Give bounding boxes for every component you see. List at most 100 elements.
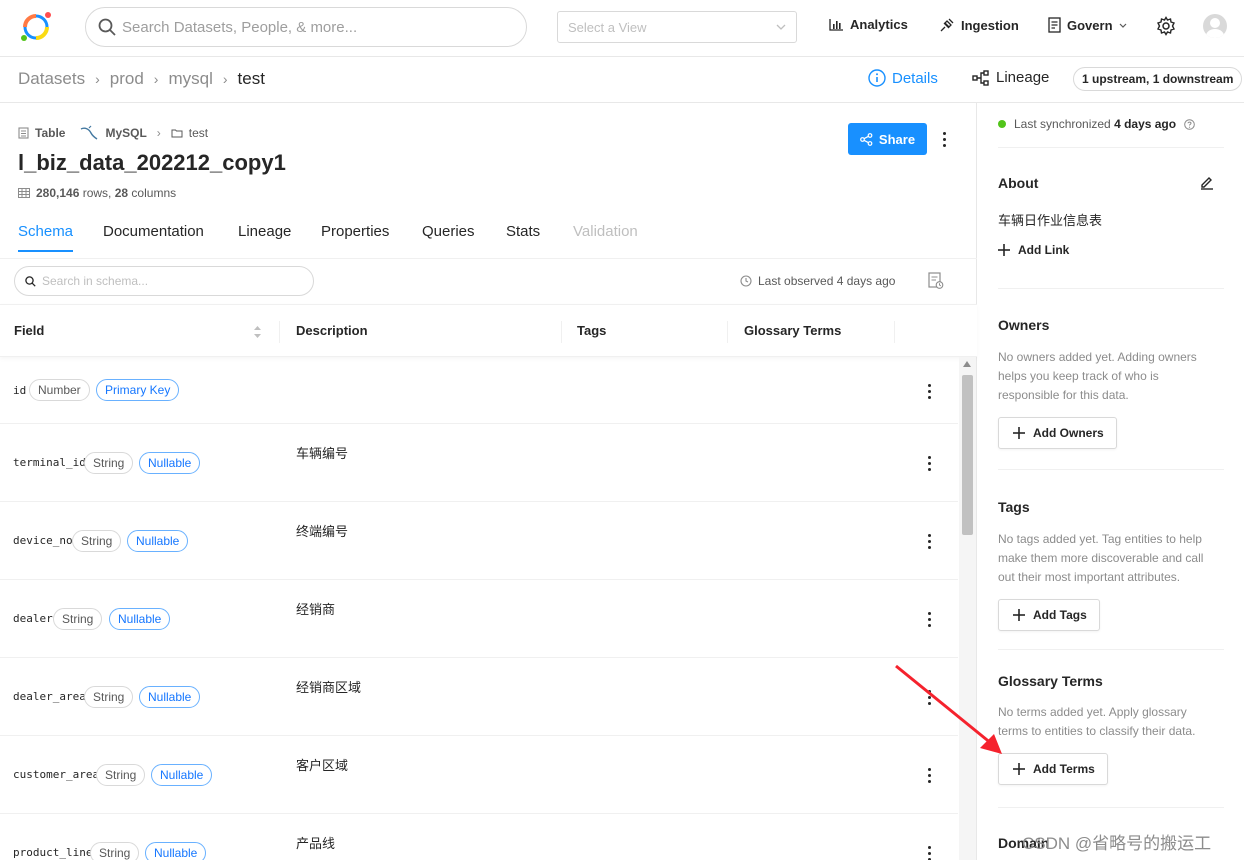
tab-properties[interactable]: Properties [321, 223, 389, 250]
column-header-field[interactable]: Field [14, 323, 44, 338]
govern-label: Govern [1067, 17, 1113, 33]
field-name: dealer [13, 612, 53, 625]
edit-pencil-icon[interactable] [1199, 174, 1215, 190]
sort-icon[interactable] [253, 325, 262, 339]
field-name: id [13, 384, 27, 397]
entity-container[interactable]: test [189, 126, 208, 140]
entity-title: l_biz_data_202212_copy1 [18, 150, 286, 175]
tab-documentation[interactable]: Documentation [103, 223, 204, 250]
gear-icon[interactable] [1156, 16, 1176, 36]
owners-title: Owners [998, 317, 1050, 333]
column-header-tags: Tags [577, 323, 607, 338]
field-name: product_line [13, 846, 93, 859]
plus-icon [1013, 427, 1025, 439]
breadcrumb-prod[interactable]: prod [110, 69, 144, 89]
about-description: 车辆日作业信息表 [998, 213, 1103, 228]
entity-type: Table [35, 126, 66, 140]
column-divider [561, 321, 562, 343]
table-row[interactable]: dealer String Nullable 经销商 [0, 580, 958, 658]
sync-text: Last synchronized 4 days ago [1014, 117, 1176, 131]
row-menu-icon[interactable] [924, 689, 934, 705]
mysql-logo-icon [81, 125, 98, 140]
tab-lineage[interactable]: Lineage [238, 223, 291, 250]
table-icon [18, 127, 29, 139]
section-divider [998, 288, 1224, 289]
user-avatar[interactable] [1203, 14, 1227, 38]
details-tab[interactable]: Details [868, 69, 938, 87]
help-icon[interactable] [1184, 118, 1195, 130]
row-menu-icon[interactable] [924, 533, 934, 549]
search-icon [98, 18, 116, 36]
type-badge: Number [29, 379, 90, 401]
scroll-up-arrow-icon[interactable] [963, 361, 971, 367]
app-logo-icon[interactable] [16, 8, 56, 44]
table-row[interactable]: id Number Primary Key [0, 357, 958, 424]
schema-history-icon[interactable] [928, 272, 944, 290]
schema-scrollbar[interactable] [959, 357, 976, 860]
field-description[interactable]: 终端编号 [296, 521, 348, 540]
row-menu-icon[interactable] [924, 455, 934, 471]
row-count: 280,146 [36, 186, 80, 200]
field-description[interactable]: 经销商 [296, 599, 335, 618]
entity-stats: 280,146 rows, 28 columns [18, 186, 176, 200]
table-row[interactable]: device_no String Nullable 终端编号 [0, 502, 958, 580]
csdn-watermark: CSDN @省略号的搬运工 [1022, 834, 1212, 853]
field-description[interactable]: 经销商区域 [296, 677, 361, 696]
search-placeholder: Search Datasets, People, & more... [122, 18, 358, 36]
lineage-view-label: Lineage [996, 69, 1050, 86]
add-link-button[interactable]: Add Link [998, 243, 1069, 257]
tab-queries[interactable]: Queries [422, 223, 475, 250]
share-button[interactable]: Share [848, 123, 927, 155]
section-divider [998, 807, 1224, 808]
primary-key-badge: Primary Key [96, 379, 180, 401]
schema-search-input[interactable]: Search in schema... [14, 266, 314, 296]
entity-platform[interactable]: MySQL [105, 126, 146, 140]
global-search-input[interactable]: Search Datasets, People, & more... [85, 7, 527, 47]
add-owners-label: Add Owners [1033, 426, 1104, 440]
tab-schema[interactable]: Schema [18, 223, 74, 252]
row-menu-icon[interactable] [924, 767, 934, 783]
more-options-icon[interactable] [934, 125, 954, 153]
owners-empty-text: No owners added yet. Adding owners helps… [998, 350, 1197, 402]
rows-label: rows, [79, 186, 115, 200]
entity-meta: Table MySQL › test [18, 125, 208, 141]
field-description[interactable]: 客户区域 [296, 755, 348, 774]
field-description[interactable]: 产品线 [296, 833, 335, 852]
scrollbar-thumb[interactable] [962, 375, 973, 535]
row-menu-icon[interactable] [924, 611, 934, 627]
add-terms-button[interactable]: Add Terms [998, 753, 1108, 785]
table-row[interactable]: terminal_id String Nullable 车辆编号 [0, 424, 958, 502]
details-tab-label: Details [892, 69, 938, 87]
field-description[interactable]: 车辆编号 [296, 443, 348, 462]
row-menu-icon[interactable] [924, 845, 934, 860]
last-observed-text: Last observed 4 days ago [758, 274, 896, 288]
breadcrumb-datasets[interactable]: Datasets [18, 69, 85, 89]
add-tags-button[interactable]: Add Tags [998, 599, 1100, 631]
breadcrumb-mysql[interactable]: mysql [168, 69, 212, 89]
table-row[interactable]: customer_area String Nullable 客户区域 [0, 736, 958, 814]
analytics-nav-button[interactable]: Analytics [829, 17, 908, 32]
ingestion-nav-button[interactable]: Ingestion [939, 17, 1019, 33]
view-select[interactable]: Select a View [557, 11, 797, 43]
breadcrumb: Datasets › prod › mysql › test [18, 69, 265, 89]
plus-icon [998, 244, 1010, 256]
table-row[interactable]: dealer_area String Nullable 经销商区域 [0, 658, 958, 736]
sync-value: 4 days ago [1114, 117, 1177, 131]
add-tags-label: Add Tags [1033, 608, 1087, 622]
clock-icon [740, 275, 752, 287]
lineage-view-tab[interactable]: Lineage [972, 69, 1049, 86]
tags-title: Tags [998, 499, 1030, 515]
document-icon [1048, 17, 1061, 33]
table-row[interactable]: product_line String Nullable 产品线 [0, 814, 958, 860]
add-owners-button[interactable]: Add Owners [998, 417, 1117, 449]
column-header-glossary-terms: Glossary Terms [744, 323, 842, 338]
nullable-badge: Nullable [139, 452, 201, 474]
lineage-count-badge[interactable]: 1 upstream, 1 downstream [1073, 67, 1243, 91]
govern-nav-button[interactable]: Govern [1048, 17, 1127, 33]
glossary-terms-title: Glossary Terms [998, 673, 1103, 689]
lineage-graph-icon [972, 69, 989, 86]
row-menu-icon[interactable] [924, 383, 934, 399]
tab-stats[interactable]: Stats [506, 223, 540, 250]
plus-icon [1013, 763, 1025, 775]
breadcrumb-test[interactable]: test [238, 69, 265, 89]
